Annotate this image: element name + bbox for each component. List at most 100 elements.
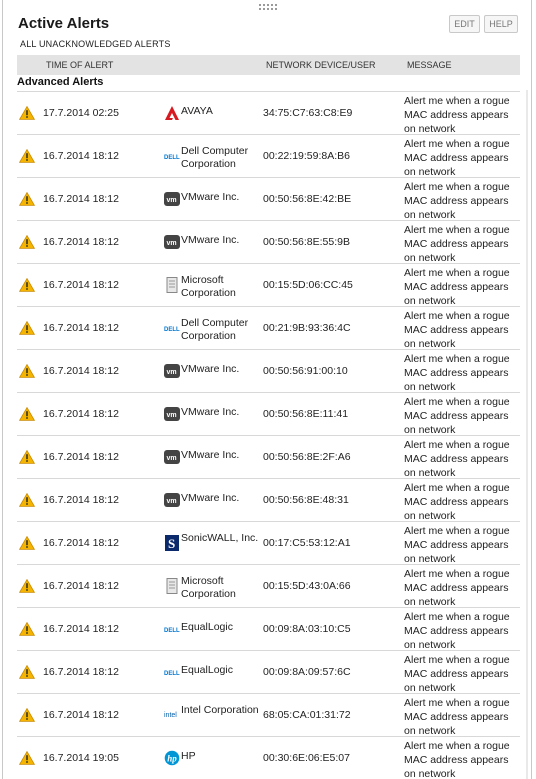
device-mac[interactable]: 00:50:56:8E:2F:A6 bbox=[263, 451, 351, 463]
alert-message[interactable]: Alert me when a rogue MAC address appear… bbox=[404, 309, 522, 351]
warning-icon bbox=[18, 320, 36, 335]
scrollbar-track[interactable] bbox=[526, 90, 528, 779]
alert-message[interactable]: Alert me when a rogue MAC address appear… bbox=[404, 481, 522, 523]
device-mac[interactable]: 00:21:9B:93:36:4C bbox=[263, 322, 351, 334]
device-mac[interactable]: 00:50:56:8E:48:31 bbox=[263, 494, 349, 506]
warning-icon bbox=[18, 277, 36, 292]
alert-time: 16.7.2014 18:12 bbox=[43, 236, 119, 248]
table-row[interactable]: 16.7.2014 18:12 vm VMware Inc. 00:50:56:… bbox=[17, 435, 522, 480]
alert-message[interactable]: Alert me when a rogue MAC address appear… bbox=[404, 610, 522, 652]
vmware-logo-icon: vm bbox=[164, 492, 180, 508]
vendor-name: VMware Inc. bbox=[181, 191, 240, 203]
table-row[interactable]: 16.7.2014 18:12 Microsoft Corporation 00… bbox=[17, 564, 522, 609]
table-row[interactable]: 17.7.2014 02:25 AVAYA 34:75:C7:63:C8:E9 … bbox=[17, 91, 522, 136]
drag-handle-icon[interactable] bbox=[259, 4, 279, 12]
device-mac[interactable]: 00:50:56:8E:55:9B bbox=[263, 236, 350, 248]
alert-time: 16.7.2014 18:12 bbox=[43, 408, 119, 420]
vendor-name: VMware Inc. bbox=[181, 449, 240, 461]
device-mac[interactable]: 00:09:8A:03:10:C5 bbox=[263, 623, 351, 635]
alert-message[interactable]: Alert me when a rogue MAC address appear… bbox=[404, 223, 522, 265]
svg-text:hp: hp bbox=[167, 754, 177, 764]
table-row[interactable]: 16.7.2014 19:05 hp HP 00:30:6E:06:E5:07 … bbox=[17, 736, 520, 779]
widget-subtitle: ALL UNACKNOWLEDGED ALERTS bbox=[20, 39, 171, 49]
column-header-time[interactable]: TIME OF ALERT bbox=[46, 60, 113, 70]
vendor-cell: Microsoft Corporation bbox=[164, 273, 262, 301]
svg-text:vm: vm bbox=[167, 498, 177, 505]
alert-time: 16.7.2014 18:12 bbox=[43, 666, 119, 678]
vendor-cell: AVAYA bbox=[164, 101, 262, 129]
vendor-name: HP bbox=[181, 750, 196, 762]
alert-time: 17.7.2014 02:25 bbox=[43, 107, 119, 119]
table-row[interactable]: 16.7.2014 18:12 vm VMware Inc. 00:50:56:… bbox=[17, 478, 522, 523]
table-row[interactable]: 16.7.2014 18:12 Microsoft Corporation 00… bbox=[17, 263, 522, 308]
device-mac[interactable]: 68:05:CA:01:31:72 bbox=[263, 709, 351, 721]
table-row[interactable]: 16.7.2014 18:12 DELL Dell Computer Corpo… bbox=[17, 134, 522, 179]
column-header-message[interactable]: MESSAGE bbox=[407, 60, 452, 70]
alert-message[interactable]: Alert me when a rogue MAC address appear… bbox=[404, 137, 522, 179]
alert-message[interactable]: Alert me when a rogue MAC address appear… bbox=[404, 438, 522, 480]
table-row[interactable]: 16.7.2014 18:12 S SonicWALL, Inc. 00:17:… bbox=[17, 521, 522, 566]
alert-time: 16.7.2014 18:12 bbox=[43, 451, 119, 463]
alert-message[interactable]: Alert me when a rogue MAC address appear… bbox=[404, 524, 522, 566]
device-mac[interactable]: 00:50:56:8E:42:BE bbox=[263, 193, 351, 205]
warning-icon bbox=[18, 105, 36, 120]
device-mac[interactable]: 34:75:C7:63:C8:E9 bbox=[263, 107, 352, 119]
device-mac[interactable]: 00:22:19:59:8A:B6 bbox=[263, 150, 350, 162]
alert-message[interactable]: Alert me when a rogue MAC address appear… bbox=[404, 395, 522, 437]
device-mac[interactable]: 00:50:56:8E:11:41 bbox=[263, 408, 348, 420]
vendor-name: VMware Inc. bbox=[181, 363, 240, 375]
vendor-cell: intel Intel Corporation bbox=[164, 703, 262, 731]
table-row[interactable]: 16.7.2014 18:12 DELL Dell Computer Corpo… bbox=[17, 306, 522, 351]
alert-message[interactable]: Alert me when a rogue MAC address appear… bbox=[404, 180, 522, 222]
alerts-table: 17.7.2014 02:25 AVAYA 34:75:C7:63:C8:E9 … bbox=[17, 91, 520, 779]
alert-message[interactable]: Alert me when a rogue MAC address appear… bbox=[404, 696, 522, 738]
edit-button[interactable]: EDIT bbox=[449, 15, 480, 33]
widget-title: Active Alerts bbox=[18, 15, 110, 32]
device-mac[interactable]: 00:15:5D:43:0A:66 bbox=[263, 580, 351, 592]
vendor-name: VMware Inc. bbox=[181, 406, 240, 418]
svg-text:vm: vm bbox=[167, 197, 177, 204]
vendor-cell: vm VMware Inc. bbox=[164, 402, 262, 430]
alert-time: 16.7.2014 18:12 bbox=[43, 150, 119, 162]
table-header: TIME OF ALERT NETWORK DEVICE/USER MESSAG… bbox=[17, 55, 520, 75]
device-mac[interactable]: 00:30:6E:06:E5:07 bbox=[263, 752, 350, 764]
table-row[interactable]: 16.7.2014 18:12 intel Intel Corporation … bbox=[17, 693, 522, 738]
device-mac[interactable]: 00:09:8A:09:57:6C bbox=[263, 666, 351, 678]
warning-icon bbox=[18, 707, 36, 722]
device-mac[interactable]: 00:15:5D:06:CC:45 bbox=[263, 279, 353, 291]
table-row[interactable]: 16.7.2014 18:12 vm VMware Inc. 00:50:56:… bbox=[17, 349, 522, 394]
warning-icon bbox=[18, 578, 36, 593]
alert-message[interactable]: Alert me when a rogue MAC address appear… bbox=[404, 653, 522, 695]
vendor-cell: vm VMware Inc. bbox=[164, 445, 262, 473]
table-row[interactable]: 16.7.2014 18:12 vm VMware Inc. 00:50:56:… bbox=[17, 177, 522, 222]
warning-icon bbox=[18, 449, 36, 464]
table-row[interactable]: 16.7.2014 18:12 vm VMware Inc. 00:50:56:… bbox=[17, 220, 522, 265]
vendor-cell: DELL Dell Computer Corporation bbox=[164, 144, 262, 172]
table-row[interactable]: 16.7.2014 18:12 DELL EqualLogic 00:09:8A… bbox=[17, 607, 522, 652]
alert-time: 16.7.2014 18:12 bbox=[43, 322, 119, 334]
svg-text:DELL: DELL bbox=[164, 155, 180, 161]
avaya-logo-icon bbox=[164, 105, 180, 121]
alert-message[interactable]: Alert me when a rogue MAC address appear… bbox=[404, 567, 522, 609]
help-button[interactable]: HELP bbox=[484, 15, 518, 33]
device-mac[interactable]: 00:17:C5:53:12:A1 bbox=[263, 537, 351, 549]
device-mac[interactable]: 00:50:56:91:00:10 bbox=[263, 365, 348, 377]
alert-message[interactable]: Alert me when a rogue MAC address appear… bbox=[404, 352, 522, 394]
vendor-name: Microsoft Corporation bbox=[181, 575, 236, 600]
vendor-cell: S SonicWALL, Inc. bbox=[164, 531, 262, 559]
table-row[interactable]: 16.7.2014 18:12 DELL EqualLogic 00:09:8A… bbox=[17, 650, 522, 695]
alert-message[interactable]: Alert me when a rogue MAC address appear… bbox=[404, 94, 522, 136]
column-header-device[interactable]: NETWORK DEVICE/USER bbox=[266, 60, 376, 70]
svg-text:vm: vm bbox=[167, 412, 177, 419]
alert-time: 16.7.2014 18:12 bbox=[43, 537, 119, 549]
svg-text:vm: vm bbox=[167, 240, 177, 247]
warning-icon bbox=[18, 148, 36, 163]
alert-message[interactable]: Alert me when a rogue MAC address appear… bbox=[404, 266, 522, 308]
section-title: Advanced Alerts bbox=[17, 76, 104, 88]
alert-message[interactable]: Alert me when a rogue MAC address appear… bbox=[404, 739, 522, 779]
vmware-logo-icon: vm bbox=[164, 191, 180, 207]
sonicwall-logo-icon: S bbox=[164, 535, 180, 551]
table-row[interactable]: 16.7.2014 18:12 vm VMware Inc. 00:50:56:… bbox=[17, 392, 522, 437]
alert-time: 16.7.2014 18:12 bbox=[43, 494, 119, 506]
svg-text:DELL: DELL bbox=[164, 628, 180, 634]
